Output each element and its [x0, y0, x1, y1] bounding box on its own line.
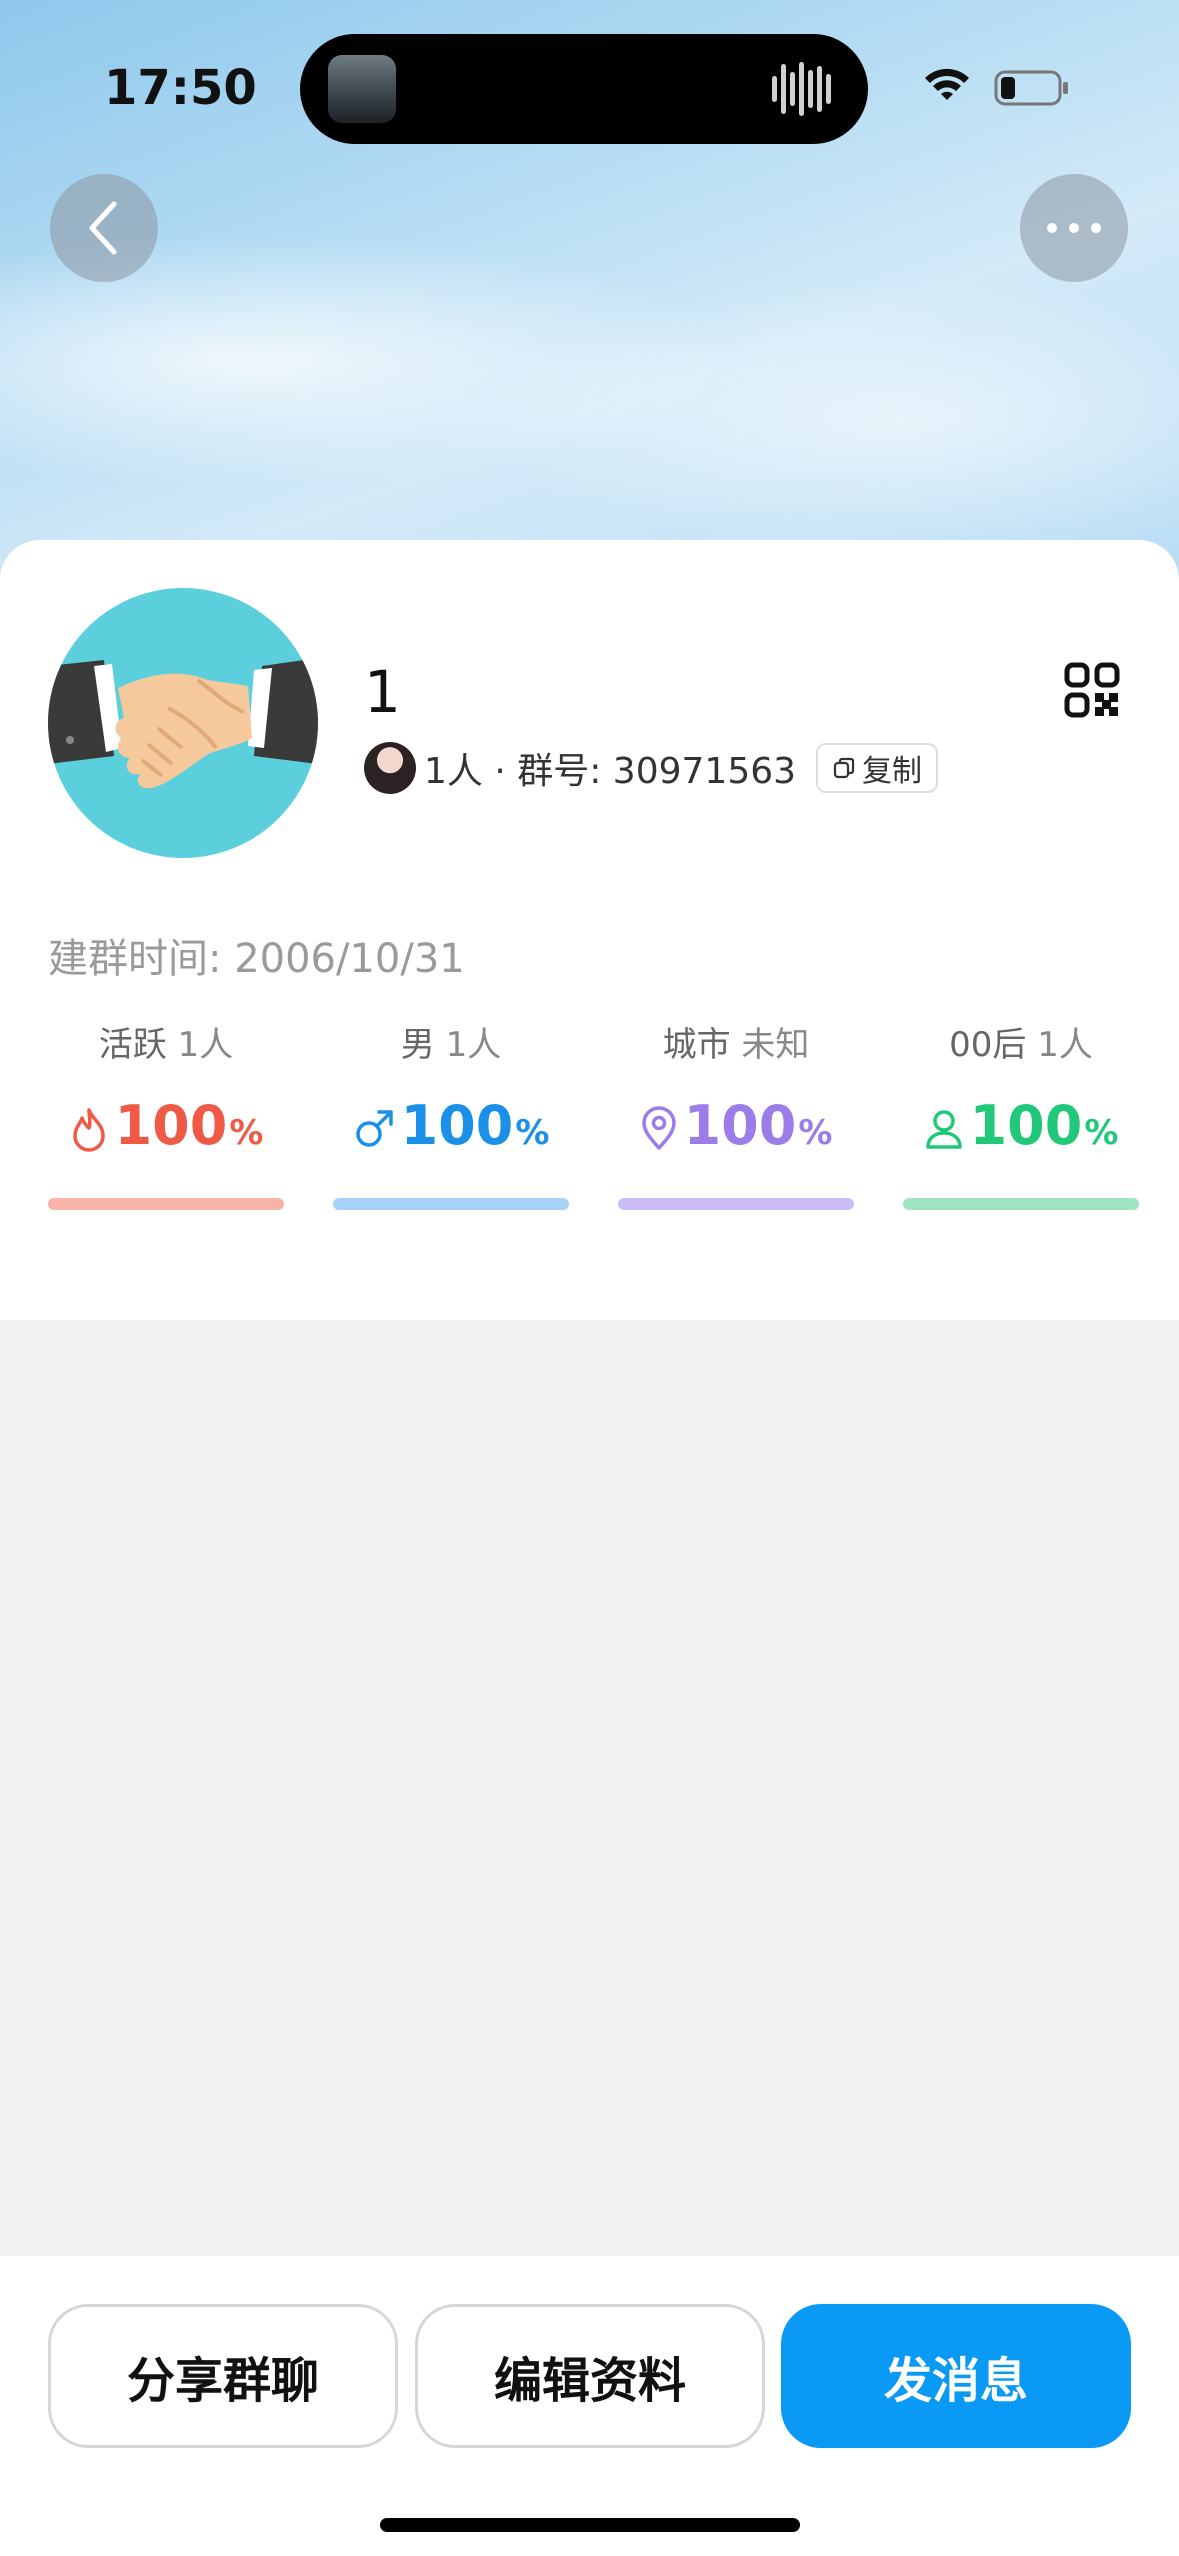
stat-city: 城市 未知 100 % [618, 1020, 854, 1164]
stat-value: 100 % [903, 1094, 1139, 1164]
person-icon [925, 1110, 962, 1149]
group-created-date: 建群时间: 2006/10/31 [48, 936, 465, 982]
stat-label: 00后 1人 [949, 1025, 1093, 1065]
stat-active: 活跃 1人 100 % [48, 1020, 284, 1164]
stat-value: 100 % [48, 1094, 284, 1164]
battery-icon [994, 70, 1068, 106]
stat-post-00s-bar [903, 1198, 1139, 1210]
stat-label: 男 1人 [400, 1025, 502, 1065]
status-bar: 17:50 [0, 0, 1179, 170]
now-playing-artwork [328, 55, 396, 123]
bottom-action-bar: 分享群聊 编辑资料 发消息 [0, 2256, 1179, 2556]
status-time: 17:50 [104, 60, 257, 116]
male-icon [355, 1110, 393, 1147]
more-options-button[interactable] [1020, 174, 1128, 282]
handshake-icon [48, 658, 318, 789]
share-group-button[interactable]: 分享群聊 [48, 2304, 398, 2448]
audio-waveform-icon [772, 62, 831, 116]
stat-post-00s: 00后 1人 100 % [903, 1020, 1139, 1164]
flame-icon [72, 1108, 105, 1152]
chevron-left-icon [89, 201, 117, 255]
group-meta-text: 1人 · 群号: 30971563 [424, 751, 797, 792]
copy-label: 复制 [862, 754, 923, 789]
stat-city-bar [618, 1198, 854, 1210]
location-pin-icon [641, 1106, 676, 1150]
stat-active-bar [48, 1198, 284, 1210]
ellipsis-icon [1047, 223, 1101, 233]
edit-profile-button[interactable]: 编辑资料 [415, 2304, 765, 2448]
stat-label: 活跃 1人 [98, 1025, 234, 1065]
home-indicator[interactable] [380, 2518, 800, 2532]
stat-value: 100 % [333, 1094, 569, 1164]
group-name: 1 [364, 658, 401, 726]
group-avatar[interactable] [48, 588, 318, 858]
group-stats: 活跃 1人 100 % 男 1人 100 % 城市 未知 100 % 00后 1… [48, 1020, 1140, 1210]
copy-icon [833, 757, 855, 779]
member-avatar[interactable] [364, 742, 416, 794]
wifi-icon [925, 68, 969, 100]
group-info-card: 1 1人 · 群号: 30971563 复制 建群时间: 2006/10/31 … [0, 540, 1179, 1320]
send-message-button[interactable]: 发消息 [781, 2304, 1131, 2448]
group-meta-row: 1人 · 群号: 30971563 复制 [364, 740, 939, 796]
stat-value: 100 % [618, 1094, 854, 1164]
dynamic-island[interactable] [300, 34, 868, 144]
stat-label: 城市 未知 [662, 1025, 810, 1065]
stat-male: 男 1人 100 % [333, 1020, 569, 1164]
stat-male-bar [333, 1198, 569, 1210]
back-button[interactable] [50, 174, 158, 282]
qr-code-icon[interactable] [1064, 662, 1120, 718]
copy-group-id-button[interactable]: 复制 [816, 743, 939, 793]
